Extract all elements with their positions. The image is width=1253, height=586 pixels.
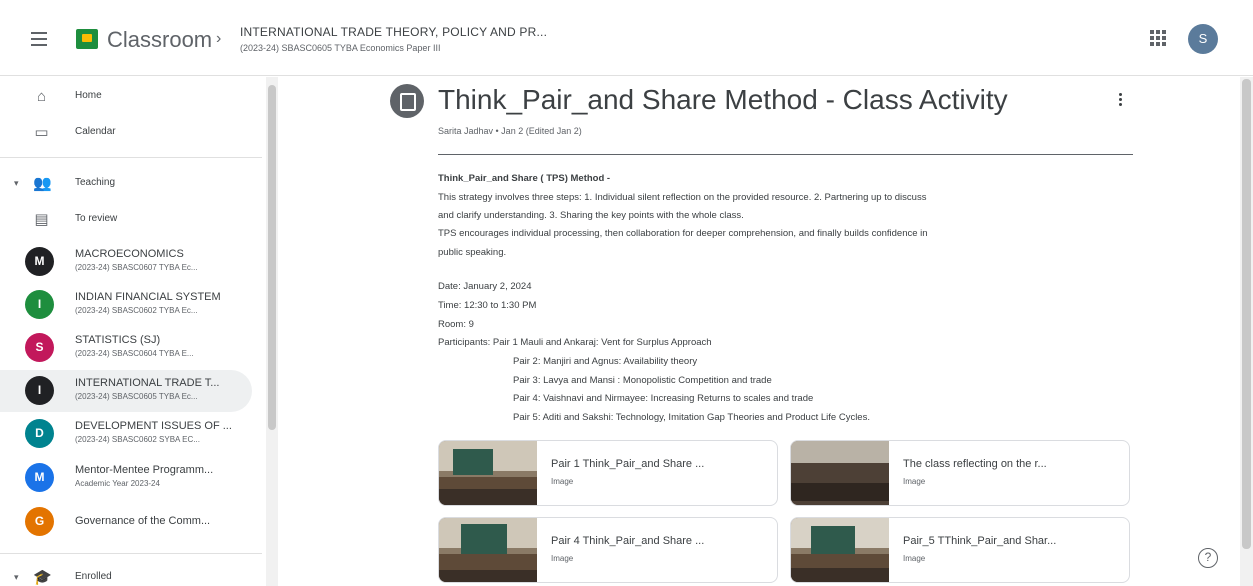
class-name: Governance of the Comm... <box>75 515 211 527</box>
sidebar-item-label: Enrolled <box>75 571 112 582</box>
material-icon <box>390 84 424 118</box>
folder-icon: ▤ <box>34 211 49 228</box>
sidebar-scrollbar[interactable] <box>266 77 278 586</box>
post-text-line: TPS encourages individual processing, th… <box>438 228 928 239</box>
google-apps-icon[interactable] <box>1150 30 1166 46</box>
class-avatar: M <box>25 463 54 492</box>
class-avatar: M <box>25 247 54 276</box>
class-name: INTERNATIONAL TRADE T... <box>75 377 220 389</box>
class-section: (2023-24) SBASC0605 TYBA Ec... <box>75 392 198 401</box>
app-title[interactable]: Classroom <box>107 27 212 53</box>
sidebar-scrollbar-thumb[interactable] <box>268 85 276 430</box>
sidebar-class-mentor-mentee[interactable]: M Mentor-Mentee Programm... Academic Yea… <box>0 457 262 499</box>
attachment-card[interactable]: The class reflecting on the r... Image <box>790 440 1130 506</box>
home-icon: ⌂ <box>36 88 47 105</box>
sidebar-item-label: Calendar <box>75 126 116 137</box>
classroom-logo-icon[interactable] <box>76 29 98 49</box>
main-scrollbar-thumb[interactable] <box>1242 79 1251 549</box>
class-section: (2023-24) SBASC0607 TYBA Ec... <box>75 263 198 272</box>
graduation-cap-icon: 🎓 <box>33 569 52 586</box>
attachment-thumbnail <box>439 441 537 505</box>
main-scrollbar[interactable] <box>1240 77 1253 586</box>
attachment-card[interactable]: Pair_5 TThink_Pair_and Shar... Image <box>790 517 1130 583</box>
post-meta: Sarita Jadhav • Jan 2 (Edited Jan 2) <box>438 126 582 136</box>
post-heading: Think_Pair_and Share ( TPS) Method - <box>438 173 611 184</box>
class-name: Mentor-Mentee Programm... <box>75 464 214 476</box>
calendar-icon: ▭ <box>34 124 49 141</box>
help-icon[interactable]: ? <box>1198 548 1218 568</box>
class-section: (2023-24) SBASC0602 TYBA Ec... <box>75 306 198 315</box>
sidebar-item-teaching[interactable]: ▾ 👥 Teaching <box>0 166 262 202</box>
sidebar-class-governance[interactable]: G Governance of the Comm... <box>0 501 262 543</box>
sidebar-divider <box>0 553 262 554</box>
sidebar-class-development-issues[interactable]: D DEVELOPMENT ISSUES OF ... (2023-24) SB… <box>0 413 262 455</box>
collapse-caret-icon[interactable]: ▾ <box>14 572 19 583</box>
class-name: MACROECONOMICS <box>75 248 184 260</box>
people-icon: 👥 <box>33 175 52 192</box>
class-name: DEVELOPMENT ISSUES OF ... <box>75 420 232 432</box>
attachment-name: Pair 1 Think_Pair_and Share ... <box>551 458 705 470</box>
post-date: Date: January 2, 2024 <box>438 281 532 292</box>
class-name: STATISTICS (SJ) <box>75 334 161 346</box>
sidebar-item-enrolled[interactable]: ▾ 🎓 Enrolled <box>0 560 262 586</box>
sidebar-item-label: Teaching <box>75 177 116 188</box>
sidebar-item-label: Home <box>75 90 102 101</box>
sidebar-class-macroeconomics[interactable]: M MACROECONOMICS (2023-24) SBASC0607 TYB… <box>0 241 262 283</box>
class-avatar: S <box>25 333 54 362</box>
more-options-icon[interactable] <box>1114 91 1126 113</box>
attachment-type: Image <box>903 554 926 563</box>
sidebar-item-to-review[interactable]: ▤ To review <box>0 202 262 238</box>
sidebar-nav: ⌂ Home ▭ Calendar ▾ 👥 Teaching ▤ To revi… <box>0 77 268 586</box>
sidebar-class-international-trade[interactable]: I INTERNATIONAL TRADE T... (2023-24) SBA… <box>0 370 252 412</box>
breadcrumb-chevron-icon: › <box>216 30 222 47</box>
top-app-bar: Classroom › INTERNATIONAL TRADE THEORY, … <box>0 0 1253 76</box>
participants-line: Pair 3: Lavya and Mansi : Monopolistic C… <box>513 375 772 386</box>
attachment-card[interactable]: Pair 1 Think_Pair_and Share ... Image <box>438 440 778 506</box>
attachment-name: Pair_5 TThink_Pair_and Shar... <box>903 535 1057 547</box>
sidebar-item-home[interactable]: ⌂ Home <box>0 79 262 115</box>
breadcrumb-class-title[interactable]: INTERNATIONAL TRADE THEORY, POLICY AND P… <box>240 25 547 39</box>
attachment-name: Pair 4 Think_Pair_and Share ... <box>551 535 705 547</box>
participants-line: Participants: Pair 1 Mauli and Ankaraj: … <box>438 337 712 348</box>
post-time: Time: 12:30 to 1:30 PM <box>438 300 537 311</box>
sidebar-class-indian-financial-system[interactable]: I INDIAN FINANCIAL SYSTEM (2023-24) SBAS… <box>0 284 262 326</box>
post-text-line: This strategy involves three steps: 1. I… <box>438 192 927 203</box>
participants-line: Pair 5: Aditi and Sakshi: Technology, Im… <box>513 412 870 423</box>
post-title: Think_Pair_and Share Method - Class Acti… <box>438 84 1008 115</box>
participants-line: Pair 2: Manjiri and Agnus: Availability … <box>513 356 698 367</box>
class-avatar: I <box>25 376 54 405</box>
class-avatar: I <box>25 290 54 319</box>
post-divider <box>438 154 1133 155</box>
class-section: (2023-24) SBASC0604 TYBA E... <box>75 349 194 358</box>
account-avatar[interactable]: S <box>1188 24 1218 54</box>
class-name: INDIAN FINANCIAL SYSTEM <box>75 291 221 303</box>
sidebar-item-label: To review <box>75 213 118 224</box>
main-menu-icon[interactable] <box>28 28 50 50</box>
attachment-thumbnail <box>791 518 889 582</box>
participants-line: Pair 4: Vaishnavi and Nirmayee: Increasi… <box>513 393 814 404</box>
breadcrumb-class-subtitle: (2023-24) SBASC0605 TYBA Economics Paper… <box>240 43 441 53</box>
attachment-thumbnail <box>439 518 537 582</box>
post-room: Room: 9 <box>438 319 474 330</box>
sidebar-item-calendar[interactable]: ▭ Calendar <box>0 115 262 151</box>
attachment-thumbnail <box>791 441 889 505</box>
sidebar-divider <box>0 157 262 158</box>
attachment-name: The class reflecting on the r... <box>903 458 1047 470</box>
class-avatar: D <box>25 419 54 448</box>
post-text-line: and clarify understanding. 3. Sharing th… <box>438 210 744 221</box>
post-text-line: public speaking. <box>438 247 507 258</box>
post-detail: Think_Pair_and Share Method - Class Acti… <box>278 77 1238 586</box>
collapse-caret-icon[interactable]: ▾ <box>14 178 19 189</box>
class-section: (2023-24) SBASC0602 SYBA EC... <box>75 435 200 444</box>
class-avatar: G <box>25 507 54 536</box>
attachment-type: Image <box>551 477 574 486</box>
class-section: Academic Year 2023-24 <box>75 479 160 488</box>
sidebar-class-statistics[interactable]: S STATISTICS (SJ) (2023-24) SBASC0604 TY… <box>0 327 262 369</box>
attachment-type: Image <box>551 554 574 563</box>
attachment-card[interactable]: Pair 4 Think_Pair_and Share ... Image <box>438 517 778 583</box>
attachment-type: Image <box>903 477 926 486</box>
